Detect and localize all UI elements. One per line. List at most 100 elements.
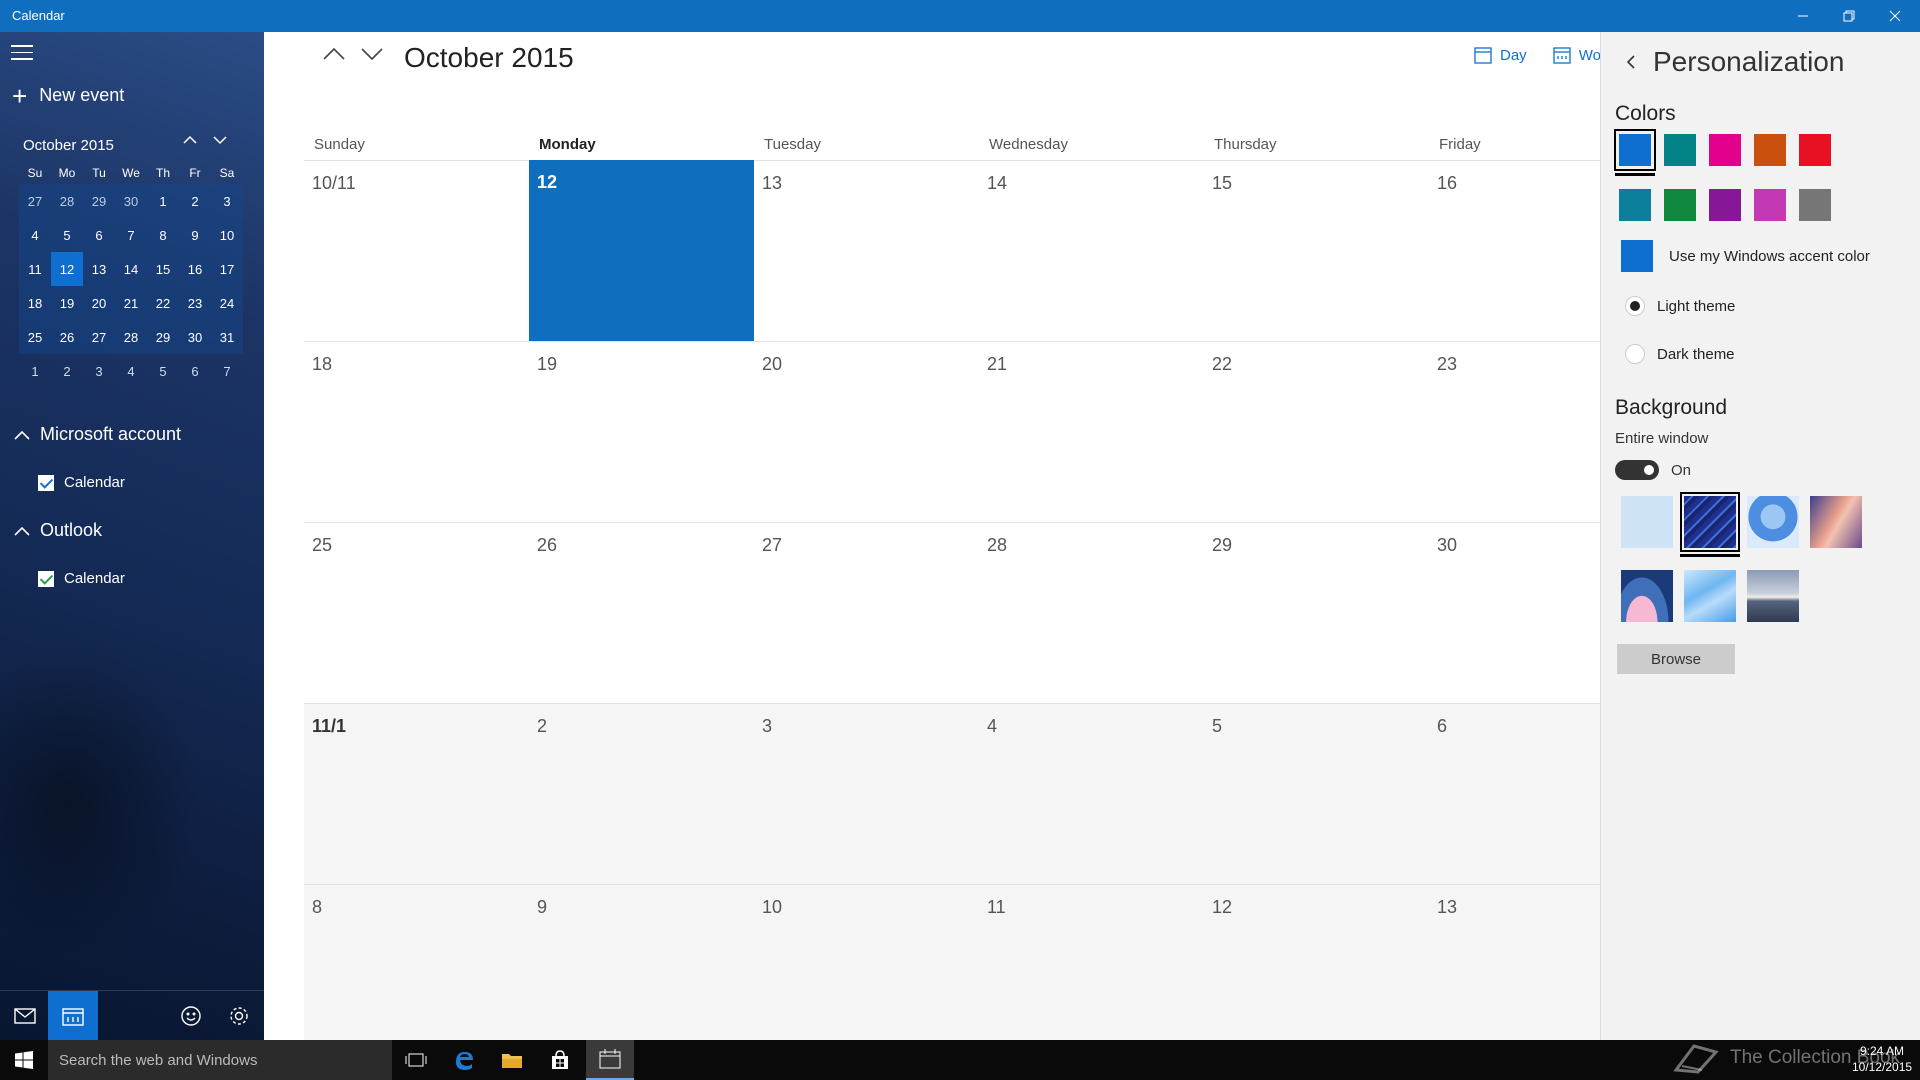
calendar-taskbar-button[interactable] xyxy=(586,1040,634,1080)
mini-day[interactable]: 25 xyxy=(19,320,51,354)
day-cell[interactable]: 23 xyxy=(1429,342,1600,523)
day-cell[interactable]: 29 xyxy=(1204,523,1429,704)
day-cell[interactable]: 22 xyxy=(1204,342,1429,523)
mini-day[interactable]: 1 xyxy=(19,354,51,388)
day-cell[interactable]: 30 xyxy=(1429,523,1600,704)
day-view-button[interactable]: Day xyxy=(1474,46,1527,64)
mini-day[interactable]: 17 xyxy=(211,252,243,286)
mini-day[interactable]: 2 xyxy=(51,354,83,388)
system-clock[interactable]: 9:24 AM 10/12/2015 xyxy=(1852,1043,1912,1075)
mini-day[interactable]: 2 xyxy=(179,184,211,218)
mini-day[interactable]: 30 xyxy=(115,184,147,218)
account-outlook[interactable]: Outlook xyxy=(14,520,102,541)
color-swatch-magenta[interactable] xyxy=(1754,189,1786,221)
settings-button[interactable] xyxy=(214,991,264,1040)
calendar-app-button[interactable] xyxy=(48,991,98,1040)
day-cell[interactable]: 13 xyxy=(1429,885,1600,1066)
chevron-down-icon[interactable] xyxy=(213,133,227,147)
day-cell[interactable]: 16 xyxy=(1429,161,1600,342)
checkbox-checked-icon[interactable] xyxy=(38,570,54,587)
calendar-toggle-outlook[interactable]: Calendar xyxy=(38,570,125,587)
radio-selected-icon[interactable] xyxy=(1625,296,1645,316)
back-button[interactable] xyxy=(1625,54,1637,75)
day-cell[interactable]: 19 xyxy=(529,342,754,523)
chevron-up-icon[interactable] xyxy=(322,44,346,64)
toggle-switch[interactable] xyxy=(1615,460,1659,480)
mini-day[interactable]: 19 xyxy=(51,286,83,320)
color-swatch-gray[interactable] xyxy=(1799,189,1831,221)
mini-day[interactable]: 29 xyxy=(147,320,179,354)
mini-day[interactable]: 4 xyxy=(19,218,51,252)
work-week-view-button[interactable]: Wor xyxy=(1553,46,1606,64)
day-cell[interactable]: 15 xyxy=(1204,161,1429,342)
store-button[interactable] xyxy=(536,1040,584,1080)
background-thumb-crystal[interactable] xyxy=(1684,570,1736,622)
day-cell[interactable]: 20 xyxy=(754,342,979,523)
mini-day[interactable]: 6 xyxy=(179,354,211,388)
color-swatch-purple[interactable] xyxy=(1709,189,1741,221)
mini-day[interactable]: 24 xyxy=(211,286,243,320)
chevron-up-icon[interactable] xyxy=(183,133,197,147)
day-cell[interactable]: 25 xyxy=(304,523,529,704)
mini-day[interactable]: 26 xyxy=(51,320,83,354)
checkbox-checked-icon[interactable] xyxy=(38,474,54,491)
background-thumb-streaks[interactable] xyxy=(1680,492,1740,557)
color-swatch-teal[interactable] xyxy=(1664,134,1696,166)
color-swatch-green[interactable] xyxy=(1664,189,1696,221)
background-thumb-lake[interactable] xyxy=(1747,570,1799,622)
day-cell[interactable]: 14 xyxy=(979,161,1204,342)
mini-day-today[interactable]: 12 xyxy=(51,252,83,286)
mini-day[interactable]: 10 xyxy=(211,218,243,252)
day-cell[interactable]: 2 xyxy=(529,704,754,885)
mini-day[interactable]: 27 xyxy=(19,184,51,218)
mini-day[interactable]: 1 xyxy=(147,184,179,218)
mini-day[interactable]: 3 xyxy=(211,184,243,218)
dark-theme-option[interactable]: Dark theme xyxy=(1625,344,1735,364)
mini-day[interactable]: 14 xyxy=(115,252,147,286)
feedback-button[interactable] xyxy=(166,991,216,1040)
day-cell[interactable]: 4 xyxy=(979,704,1204,885)
mini-day[interactable]: 9 xyxy=(179,218,211,252)
use-accent-color-option[interactable]: Use my Windows accent color xyxy=(1621,240,1870,272)
mini-day[interactable]: 7 xyxy=(211,354,243,388)
day-cell[interactable]: 6 xyxy=(1429,704,1600,885)
mini-day[interactable]: 27 xyxy=(83,320,115,354)
mini-day[interactable]: 28 xyxy=(115,320,147,354)
chevron-down-icon[interactable] xyxy=(360,44,384,64)
mini-day[interactable]: 18 xyxy=(19,286,51,320)
mini-day[interactable]: 23 xyxy=(179,286,211,320)
edge-button[interactable] xyxy=(440,1040,488,1080)
task-view-button[interactable] xyxy=(392,1040,440,1080)
new-event-button[interactable]: + New event xyxy=(12,83,124,109)
mini-day[interactable]: 3 xyxy=(83,354,115,388)
mini-day[interactable]: 8 xyxy=(147,218,179,252)
background-thumb-light-blue[interactable] xyxy=(1621,496,1673,548)
mini-day[interactable]: 5 xyxy=(51,218,83,252)
mini-day[interactable]: 28 xyxy=(51,184,83,218)
mail-button[interactable] xyxy=(0,991,50,1040)
mini-day[interactable]: 21 xyxy=(115,286,147,320)
color-swatch-red[interactable] xyxy=(1799,134,1831,166)
day-cell[interactable]: 21 xyxy=(979,342,1204,523)
mini-calendar-month[interactable]: October 2015 xyxy=(23,137,114,154)
mini-day[interactable]: 13 xyxy=(83,252,115,286)
day-cell[interactable]: 11/1 xyxy=(304,704,529,885)
browse-button[interactable]: Browse xyxy=(1617,644,1735,674)
mini-day[interactable]: 16 xyxy=(179,252,211,286)
mini-day[interactable]: 15 xyxy=(147,252,179,286)
start-button[interactable] xyxy=(0,1040,48,1080)
color-swatch-pink[interactable] xyxy=(1709,134,1741,166)
light-theme-option[interactable]: Light theme xyxy=(1625,296,1735,316)
color-swatch-blue[interactable] xyxy=(1614,129,1656,176)
color-swatch-orange[interactable] xyxy=(1754,134,1786,166)
background-thumb-tree[interactable] xyxy=(1747,496,1799,548)
day-cell[interactable]: 3 xyxy=(754,704,979,885)
day-cell[interactable]: 13 xyxy=(754,161,979,342)
color-swatch-dark-teal[interactable] xyxy=(1619,189,1651,221)
account-microsoft[interactable]: Microsoft account xyxy=(14,424,181,445)
background-thumb-canyon[interactable] xyxy=(1810,496,1862,548)
day-cell[interactable]: 5 xyxy=(1204,704,1429,885)
calendar-toggle-microsoft[interactable]: Calendar xyxy=(38,474,125,491)
day-cell[interactable]: 26 xyxy=(529,523,754,704)
day-cell-today[interactable]: 12 xyxy=(529,160,754,342)
